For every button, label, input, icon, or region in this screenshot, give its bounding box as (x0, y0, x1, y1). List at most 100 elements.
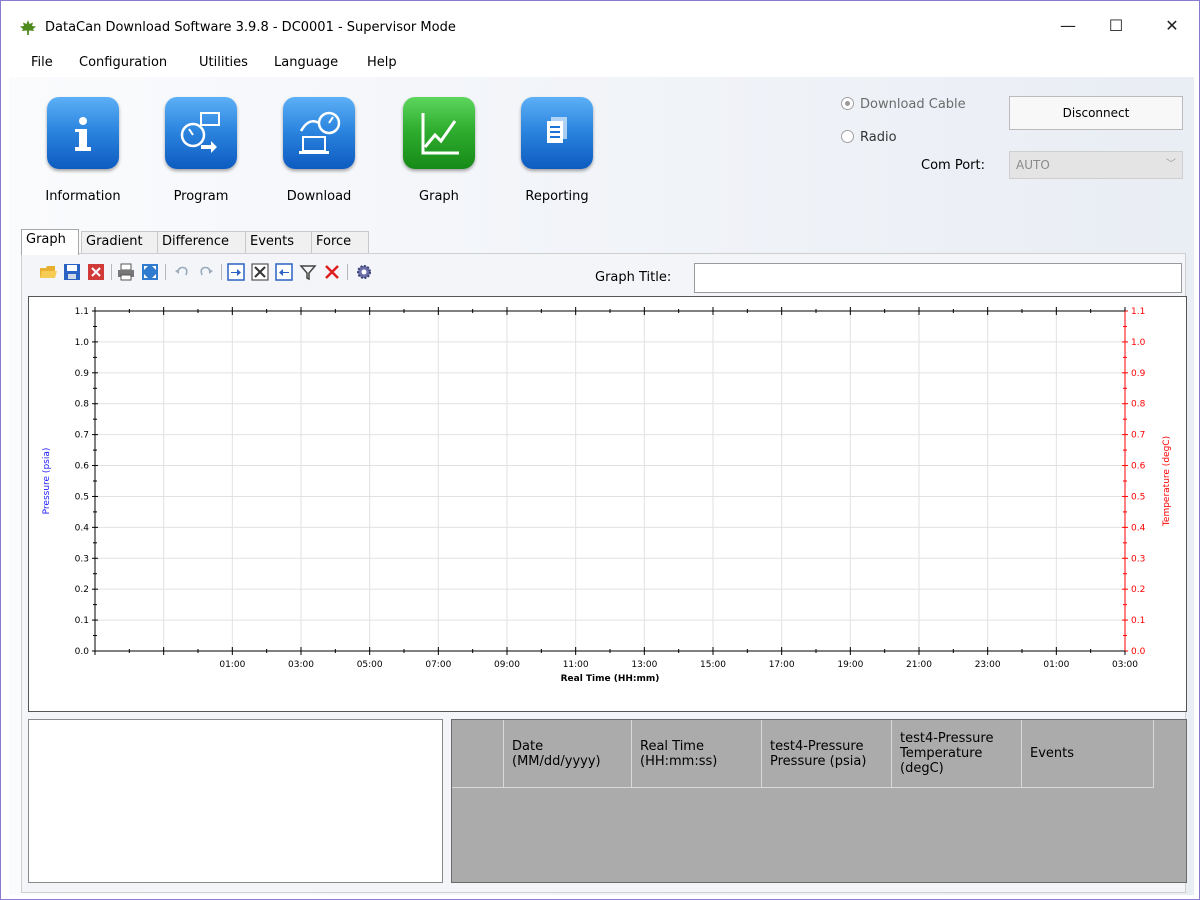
clear-icon[interactable] (323, 263, 341, 281)
download-cable-radio[interactable]: Download Cable (841, 97, 966, 112)
graph-title-input[interactable] (694, 263, 1182, 293)
y-tick-label: 0.4 (75, 523, 90, 533)
print-icon[interactable] (117, 263, 135, 281)
com-port-value: AUTO (1016, 158, 1050, 172)
information-label: Information (45, 189, 121, 204)
grid-header-cell (452, 720, 504, 788)
y-tick-label: 0.2 (75, 585, 89, 595)
zoom-fit-icon[interactable] (141, 263, 159, 281)
menu-bar: File Configuration Utilities Language He… (1, 51, 1199, 75)
y-tick-label: 1.1 (75, 307, 89, 317)
redo-icon[interactable] (197, 263, 215, 281)
x-tick-label: 15:00 (700, 660, 726, 670)
y-tick-label: 0.6 (75, 462, 90, 472)
y2-tick-label: 0.5 (1131, 492, 1145, 502)
maple-leaf-icon (19, 20, 37, 40)
y-tick-label: 0.3 (75, 554, 89, 564)
import-icon[interactable] (227, 263, 245, 281)
y-tick-label: 1.0 (75, 338, 90, 348)
close-button[interactable]: ✕ (1149, 11, 1195, 41)
menu-language[interactable]: Language (274, 55, 338, 70)
y2-tick-label: 1.1 (1131, 307, 1145, 317)
program-icon (165, 97, 237, 169)
grid-header-temperature[interactable]: test4-Pressure Temperature (degC) (892, 720, 1022, 788)
grid-header-real-time[interactable]: Real Time (HH:mm:ss) (632, 720, 762, 788)
filter-icon[interactable] (299, 263, 317, 281)
grid-header-pressure[interactable]: test4-Pressure Pressure (psia) (762, 720, 892, 788)
x-tick-label: 09:00 (494, 660, 520, 670)
x-tick-label: 03:00 (288, 660, 314, 670)
information-button[interactable]: Information (33, 97, 133, 209)
y2-tick-label: 0.7 (1131, 431, 1145, 441)
menu-configuration[interactable]: Configuration (79, 55, 167, 70)
download-icon (283, 97, 355, 169)
chart-area[interactable]: 0.0 0.1 0.2 0.3 0.4 0.5 0.6 0.7 0.8 0.9 1.0 1.1 0.0 0… (28, 296, 1187, 712)
info-icon (47, 97, 119, 169)
x-tick-label: 19:00 (837, 660, 863, 670)
radio-unselected-icon (841, 130, 854, 143)
x-tick-label: 01:00 (1043, 660, 1069, 670)
radio-option[interactable]: Radio (841, 130, 897, 145)
toolbar-separator (165, 264, 166, 280)
reporting-icon (521, 97, 593, 169)
x-tick-label: 23:00 (975, 660, 1001, 670)
toolbar-separator (111, 264, 112, 280)
y2-tick-label: 0.8 (1131, 400, 1146, 410)
tab-gradient[interactable]: Gradient (81, 231, 159, 253)
close-file-icon[interactable] (87, 263, 105, 281)
com-port-select[interactable]: AUTO ﹀ (1009, 151, 1183, 179)
save-icon[interactable] (63, 263, 81, 281)
x-tick-label: 13:00 (631, 660, 657, 670)
download-button[interactable]: Download (269, 97, 369, 209)
y-tick-label: 0.9 (75, 369, 90, 379)
settings-icon[interactable] (355, 263, 373, 281)
legend-pane (28, 719, 443, 883)
reporting-label: Reporting (525, 189, 589, 204)
undo-icon[interactable] (173, 263, 191, 281)
graph-icon (403, 97, 475, 169)
menu-file[interactable]: File (31, 55, 53, 70)
y-tick-label: 0.0 (75, 647, 90, 657)
y2-tick-label: 0.9 (1131, 369, 1146, 379)
minimize-button[interactable]: — (1045, 11, 1091, 41)
grid-header-events[interactable]: Events (1022, 720, 1154, 788)
graph-title-label: Graph Title: (595, 270, 672, 285)
reporting-button[interactable]: Reporting (507, 97, 607, 209)
y-axis-label: Pressure (psia) (42, 448, 52, 515)
download-cable-label: Download Cable (860, 97, 966, 112)
menu-help[interactable]: Help (367, 55, 397, 70)
x-axis-label: Real Time (HH:mm) (561, 674, 660, 684)
y-tick-label: 0.1 (75, 616, 89, 626)
tab-difference[interactable]: Difference (157, 231, 247, 253)
grid-header-date[interactable]: Date (MM/dd/yyyy) (504, 720, 632, 788)
tab-force[interactable]: Force (311, 231, 369, 253)
y-tick-label: 0.7 (75, 431, 89, 441)
x-tick-label: 05:00 (357, 660, 383, 670)
y2-tick-label: 0.3 (1131, 554, 1145, 564)
tab-graph[interactable]: Graph (21, 229, 79, 255)
window-title: DataCan Download Software 3.9.8 - DC0001… (45, 20, 456, 35)
y2-tick-label: 0.0 (1131, 647, 1146, 657)
disconnect-button[interactable]: Disconnect (1009, 96, 1183, 130)
maximize-button[interactable]: ☐ (1093, 11, 1139, 41)
open-folder-icon[interactable] (39, 263, 57, 281)
graph-button[interactable]: Graph (389, 97, 489, 209)
menu-utilities[interactable]: Utilities (199, 55, 248, 70)
x-tick-label: 11:00 (563, 660, 589, 670)
toolbar-separator (347, 264, 348, 280)
y2-tick-label: 0.6 (1131, 462, 1146, 472)
download-label: Download (286, 189, 352, 204)
radio-label: Radio (860, 130, 897, 145)
program-label: Program (173, 189, 229, 204)
x-tick-label: 03:00 (1112, 660, 1138, 670)
program-button[interactable]: Program (151, 97, 251, 209)
data-grid[interactable]: Date (MM/dd/yyyy) Real Time (HH:mm:ss) t… (451, 719, 1187, 883)
toolbar-separator (221, 264, 222, 280)
tab-events[interactable]: Events (245, 231, 313, 253)
delete-column-icon[interactable] (251, 263, 269, 281)
title-bar[interactable]: DataCan Download Software 3.9.8 - DC0001… (1, 1, 1199, 43)
y-tick-label: 0.8 (75, 400, 90, 410)
export-icon[interactable] (275, 263, 293, 281)
y2-tick-label: 0.2 (1131, 585, 1145, 595)
x-tick-label: 17:00 (769, 660, 795, 670)
